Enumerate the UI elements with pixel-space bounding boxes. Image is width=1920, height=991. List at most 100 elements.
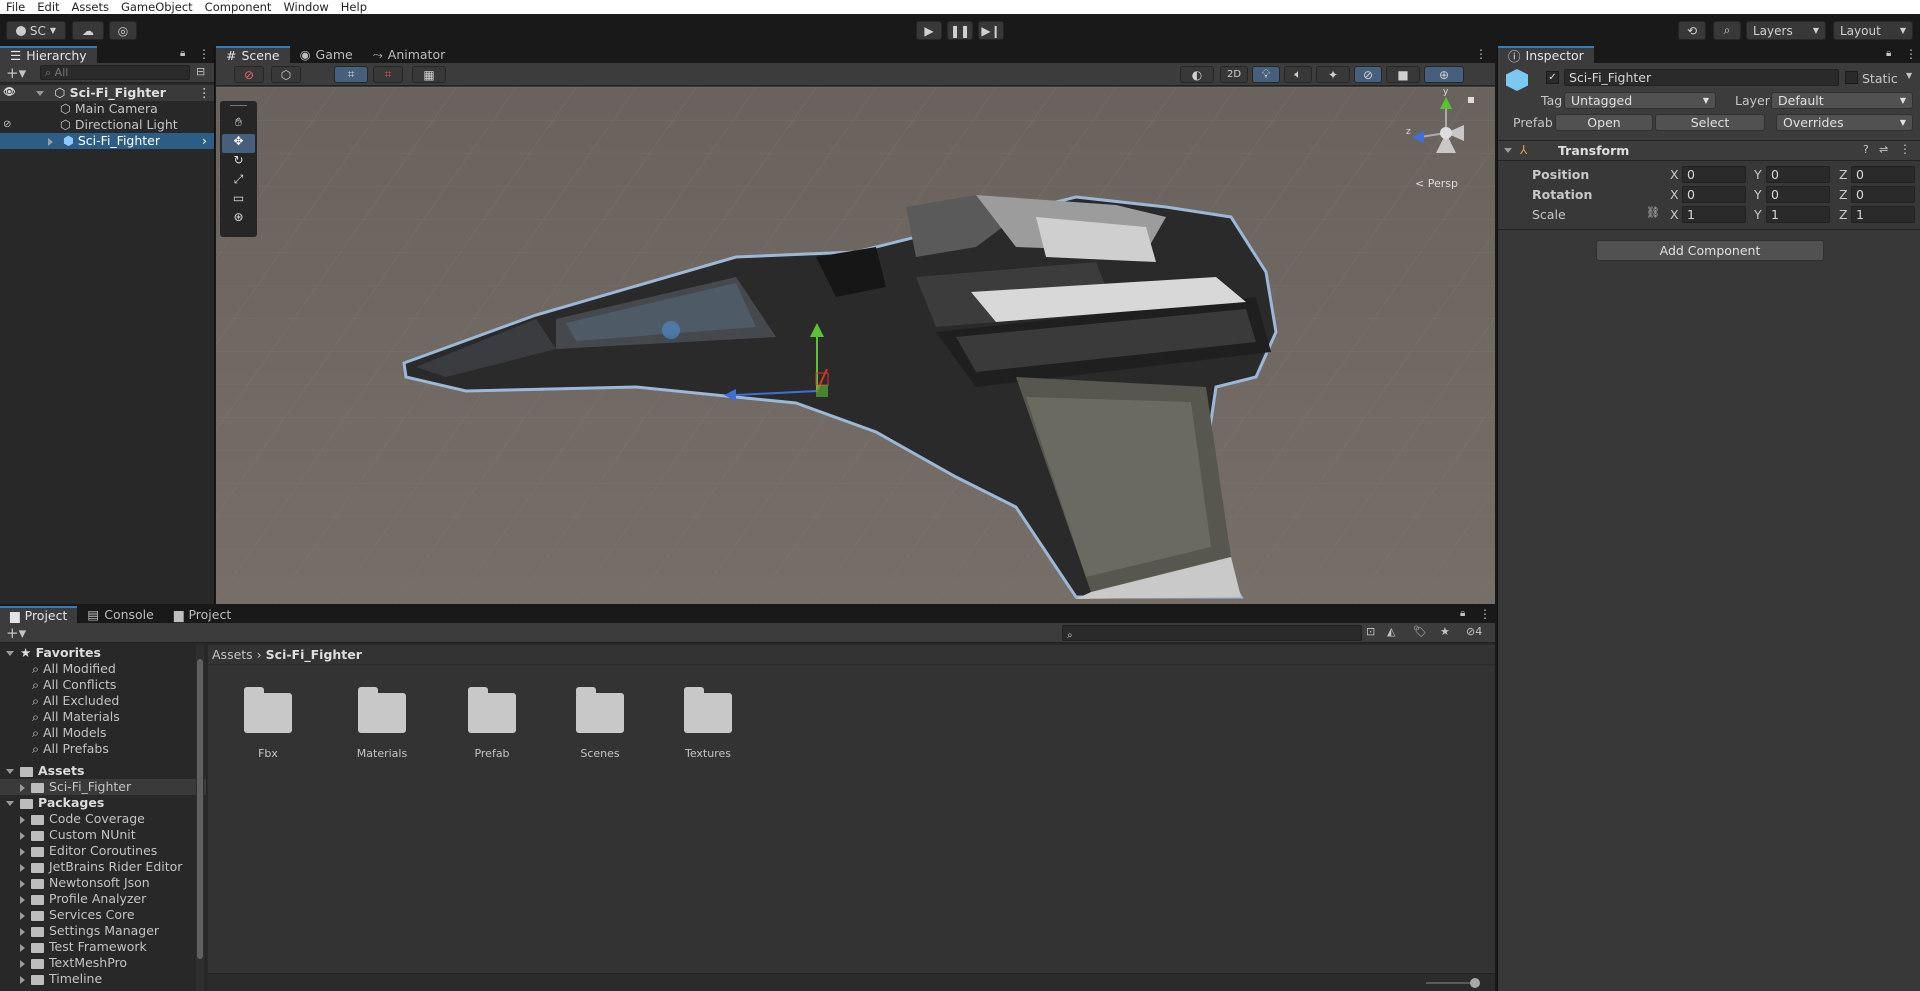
project-search-input[interactable]: ⌕ (1062, 625, 1362, 641)
package-item[interactable]: Settings Manager (0, 923, 206, 939)
package-item[interactable]: TextMeshPro (0, 955, 206, 971)
favorite-item[interactable]: ⌕ All Prefabs (0, 741, 206, 757)
help-icon[interactable]: ? (1863, 143, 1869, 156)
grid-visibility-dropdown[interactable]: ▦ (412, 66, 446, 83)
rotation-x-field[interactable]: 0 (1682, 186, 1746, 203)
favorite-item[interactable]: ⌕ All Modified (0, 661, 206, 677)
hierarchy-search-input[interactable]: ⌕ All (40, 65, 190, 80)
add-icon[interactable]: +▾ (6, 624, 26, 642)
favorite-item[interactable]: ⌕ All Models (0, 725, 206, 741)
chevron-right-icon[interactable]: › (202, 133, 207, 149)
hand-tool-icon[interactable]: ✋︎ (222, 115, 255, 134)
move-tool-icon[interactable]: ✥ (222, 134, 255, 153)
menu-help[interactable]: Help (335, 0, 373, 14)
favorite-item[interactable]: ⌕ All Conflicts (0, 677, 206, 693)
package-item[interactable]: Code Coverage (0, 811, 206, 827)
packages-header[interactable]: Packages (0, 795, 206, 811)
menu-file[interactable]: File (0, 0, 31, 14)
menu-gameobject[interactable]: GameObject (115, 0, 199, 14)
favorite-item[interactable]: ⌕ All Materials (0, 709, 206, 725)
expand-arrow-icon[interactable] (20, 863, 25, 872)
palette-handle[interactable] (230, 105, 247, 111)
expand-arrow-icon[interactable] (20, 959, 25, 968)
layers-dropdown[interactable]: Layers ▼ (1746, 21, 1826, 40)
prefab-select-button[interactable]: Select (1655, 114, 1765, 131)
menu-assets[interactable]: Assets (66, 0, 115, 14)
rect-tool-icon[interactable]: ▭ (222, 191, 255, 210)
assets-header[interactable]: Assets (0, 763, 206, 779)
shading-dropdown[interactable]: ◐ (1180, 66, 1214, 83)
expand-arrow-icon[interactable] (20, 895, 25, 904)
search-button[interactable]: ⌕ (1713, 21, 1741, 40)
lock-icon[interactable]: 🔒︎ (1886, 48, 1891, 59)
package-item[interactable]: Newtonsoft Json (0, 875, 206, 891)
history-button[interactable]: ⟲ (1678, 21, 1706, 40)
account-button[interactable]: SC ▼ (6, 21, 66, 40)
scale-y-field[interactable]: 1 (1766, 206, 1830, 223)
orientation-gizmo[interactable]: y z (1406, 87, 1486, 173)
tag-dropdown[interactable]: Untagged ▼ (1564, 92, 1716, 109)
folder-item-fbx[interactable]: Fbx (238, 687, 298, 760)
folder-item-scenes[interactable]: Scenes (560, 687, 640, 760)
expand-arrow-icon[interactable] (20, 975, 25, 984)
scene-viewport[interactable]: ✋︎ ✥ ↻ ⤢ ▭ ⊛ y z < Persp (216, 87, 1495, 604)
menu-component[interactable]: Component (199, 0, 278, 14)
scale-z-field[interactable]: 1 (1851, 206, 1915, 223)
kebab-menu-icon[interactable]: ⋮ (1475, 47, 1487, 61)
hidden-packages-icon[interactable]: ⊘4 (1466, 625, 1482, 638)
kebab-menu-icon[interactable]: ⋮ (198, 47, 210, 61)
pause-button[interactable]: ❚❚ (947, 21, 973, 40)
kebab-menu-icon[interactable]: ⋮ (1899, 142, 1911, 156)
add-component-button[interactable]: Add Component (1596, 240, 1824, 261)
lock-icon[interactable]: 🔒︎ (1460, 608, 1465, 619)
breadcrumb-current[interactable]: Sci-Fi_Fighter (266, 647, 362, 662)
draw-mode-dropdown[interactable]: ⊘ (234, 66, 264, 83)
tab-project-2[interactable]: ▆ Project (164, 606, 241, 623)
package-item[interactable]: Services Core (0, 907, 206, 923)
tab-scene[interactable]: # Scene (216, 46, 290, 63)
audio-toggle[interactable]: 🔈︎ (1284, 66, 1312, 83)
active-checkbox[interactable]: ✓ (1546, 71, 1559, 84)
transform-tool-icon[interactable]: ⊛ (222, 210, 255, 229)
expand-arrow-icon[interactable] (6, 769, 14, 774)
scale-x-field[interactable]: 1 (1682, 206, 1746, 223)
package-item[interactable]: Profile Analyzer (0, 891, 206, 907)
hidden-icon[interactable]: ⊘ (3, 117, 11, 133)
kebab-menu-icon[interactable]: ⋮ (1905, 47, 1917, 61)
package-item[interactable]: Timeline (0, 971, 206, 987)
package-item[interactable]: Test Framework (0, 939, 206, 955)
expand-arrow-icon[interactable] (6, 651, 14, 656)
preset-icon[interactable]: ⇌ (1879, 143, 1888, 156)
collab-button[interactable]: ◎ (109, 21, 137, 40)
search-by-type-icon[interactable]: ⊡ (1366, 625, 1375, 638)
expand-arrow-icon[interactable] (20, 847, 25, 856)
tree-scrollbar[interactable] (196, 645, 204, 991)
layer-dropdown[interactable]: Default ▼ (1771, 92, 1913, 109)
gizmos-dropdown[interactable]: ⊕ (1424, 66, 1464, 83)
tab-console[interactable]: ▤ Console (77, 606, 163, 623)
rotate-tool-icon[interactable]: ↻ (222, 153, 255, 172)
prefab-open-button[interactable]: Open (1555, 114, 1653, 131)
constrain-proportions-icon[interactable]: ⛓︎ (1646, 206, 1660, 219)
layout-dropdown[interactable]: Layout ▼ (1833, 21, 1913, 40)
label-icon[interactable]: 🏷︎ (1413, 625, 1427, 638)
zoom-slider-handle[interactable] (1470, 978, 1480, 988)
asset-folder-sci-fi-fighter[interactable]: Sci-Fi_Fighter (0, 779, 206, 795)
add-icon[interactable]: +▾ (6, 64, 26, 82)
2d-toggle[interactable]: 2D (1220, 66, 1248, 83)
filter-icon[interactable]: ⊟ (196, 65, 205, 78)
cloud-button[interactable]: ☁ (72, 21, 104, 40)
tab-game[interactable]: ◉ Game (290, 46, 363, 63)
snap-increment-dropdown[interactable]: ⌗ (373, 66, 403, 83)
expand-arrow-icon[interactable] (6, 801, 14, 806)
render-mode-dropdown[interactable]: ⬡ (271, 66, 301, 83)
perspective-label[interactable]: < Persp (1415, 177, 1458, 190)
scale-tool-icon[interactable]: ⤢ (222, 172, 255, 191)
menu-window[interactable]: Window (277, 0, 334, 14)
tab-inspector[interactable]: ⓘ Inspector (1498, 46, 1594, 64)
chevron-down-icon[interactable]: ▼ (1906, 71, 1912, 80)
expand-arrow-icon[interactable] (48, 137, 53, 146)
expand-arrow-icon[interactable] (20, 783, 25, 792)
static-checkbox[interactable] (1845, 71, 1858, 84)
rotation-y-field[interactable]: 0 (1766, 186, 1830, 203)
